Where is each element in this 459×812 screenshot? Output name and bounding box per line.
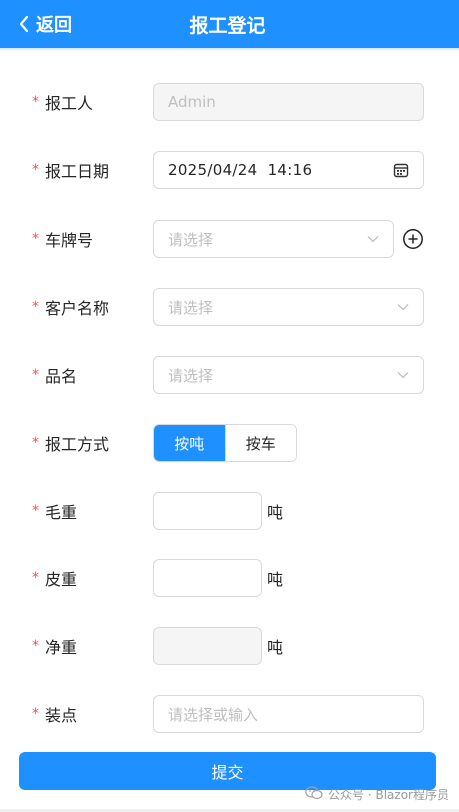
tare-weight-label-text: 皮重: [45, 570, 78, 589]
chevron-down-icon: [367, 221, 379, 257]
tare-weight-unit: 吨: [267, 570, 284, 589]
gross-weight-input[interactable]: [153, 492, 262, 530]
required-mark: *: [32, 162, 39, 178]
product-name-label-text: 品名: [45, 367, 78, 386]
report-date-field[interactable]: 2025/04/24 14:16: [153, 151, 424, 189]
form-row-report-method: * 报工方式 按吨 按车: [0, 423, 459, 463]
tare-weight-input[interactable]: [153, 559, 262, 597]
form-row-product-name: * 品名 请选择: [0, 355, 459, 395]
loading-point-label-text: 装点: [45, 706, 78, 725]
product-name-select[interactable]: 请选择: [153, 356, 424, 394]
watermark: 公众号 · Blazor程序员: [305, 785, 449, 803]
report-method-label-text: 报工方式: [45, 435, 110, 454]
loading-point-placeholder: 请选择或输入: [168, 705, 259, 724]
customer-name-placeholder: 请选择: [168, 298, 214, 317]
report-date-label-text: 报工日期: [45, 162, 110, 181]
tare-weight-label: * 皮重: [32, 558, 77, 598]
chevron-down-icon: [397, 357, 409, 393]
report-method-by-ton[interactable]: 按吨: [154, 425, 225, 461]
loading-point-input[interactable]: 请选择或输入: [153, 695, 424, 733]
required-mark: *: [32, 503, 39, 519]
product-name-placeholder: 请选择: [168, 366, 214, 385]
gross-weight-label-text: 毛重: [45, 503, 78, 522]
form-row-reporter: * 报工人 Admin: [0, 82, 459, 122]
product-name-label: * 品名: [32, 355, 77, 395]
gross-weight-label: * 毛重: [32, 491, 77, 531]
net-weight-input: [153, 627, 262, 665]
report-method-label: * 报工方式: [32, 423, 109, 463]
required-mark: *: [32, 94, 39, 110]
top-bar: 返回 报工登记: [0, 0, 459, 48]
reporter-label-text: 报工人: [45, 94, 94, 113]
plate-number-label-text: 车牌号: [45, 231, 94, 250]
plate-number-placeholder: 请选择: [168, 230, 214, 249]
reporter-field: Admin: [153, 83, 424, 121]
net-weight-label-text: 净重: [45, 638, 78, 657]
plate-number-select[interactable]: 请选择: [153, 220, 394, 258]
form-row-gross-weight: * 毛重 吨: [0, 491, 459, 531]
form-row-loading-point: * 装点 请选择或输入: [0, 694, 459, 734]
customer-name-label: * 客户名称: [32, 287, 109, 327]
report-method-by-truck[interactable]: 按车: [224, 425, 296, 461]
form-row-customer-name: * 客户名称 请选择: [0, 287, 459, 327]
wechat-icon: [305, 785, 323, 803]
reporter-label: * 报工人: [32, 82, 93, 122]
required-mark: *: [32, 706, 39, 722]
required-mark: *: [32, 231, 39, 247]
net-weight-unit: 吨: [267, 638, 284, 657]
required-mark: *: [32, 638, 39, 654]
calendar-icon[interactable]: [393, 152, 409, 188]
form-row-net-weight: * 净重 吨: [0, 626, 459, 666]
page-title: 报工登记: [189, 14, 266, 37]
gross-weight-unit: 吨: [267, 503, 284, 522]
report-date-value: 2025/04/24 14:16: [168, 161, 313, 179]
required-mark: *: [32, 570, 39, 586]
loading-point-label: * 装点: [32, 694, 77, 734]
customer-name-select[interactable]: 请选择: [153, 288, 424, 326]
form-row-plate-number: * 车牌号 请选择: [0, 219, 459, 259]
report-method-segmented: 按吨 按车: [153, 424, 297, 462]
required-mark: *: [32, 367, 39, 383]
watermark-text: 公众号 · Blazor程序员: [328, 787, 449, 802]
report-date-label: * 报工日期: [32, 150, 109, 190]
header-divider: [0, 48, 459, 51]
required-mark: *: [32, 435, 39, 451]
reporter-value: Admin: [168, 93, 216, 111]
plus-circle-icon[interactable]: [402, 228, 424, 250]
form-row-report-date: * 报工日期 2025/04/24 14:16: [0, 150, 459, 190]
chevron-down-icon: [397, 289, 409, 325]
customer-name-label-text: 客户名称: [45, 299, 110, 318]
form-row-tare-weight: * 皮重 吨: [0, 558, 459, 598]
required-mark: *: [32, 299, 39, 315]
plate-number-label: * 车牌号: [32, 219, 93, 259]
net-weight-label: * 净重: [32, 626, 77, 666]
